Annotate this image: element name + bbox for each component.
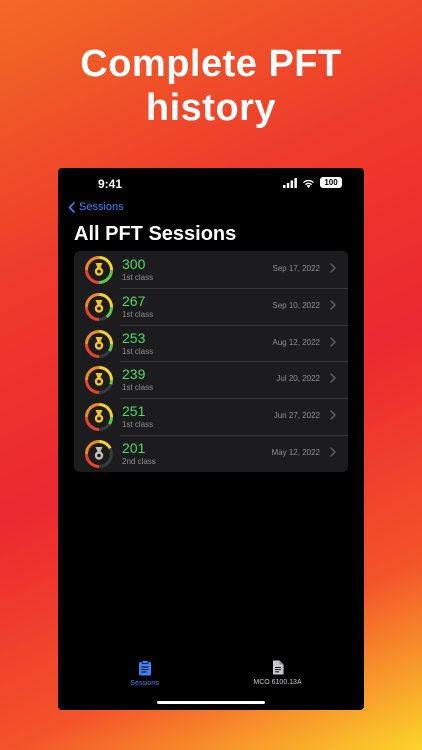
session-class: 1st class: [122, 309, 154, 319]
chevron-left-icon: [68, 201, 75, 213]
session-class: 1st class: [122, 273, 154, 282]
session-row[interactable]: 253 1st class Aug 12, 2022: [74, 324, 348, 362]
session-class: 1st class: [122, 420, 154, 430]
session-date: Jun 27, 2022: [273, 411, 320, 421]
score-ring-icon: [85, 366, 113, 395]
medal-icon: [94, 263, 104, 276]
status-icons: 100: [283, 177, 342, 188]
session-class: 1st class: [122, 383, 154, 393]
tab-mco-label: MCO 6100.13A: [253, 679, 302, 686]
back-button-label: Sessions: [79, 201, 124, 213]
session-score: 251: [122, 403, 146, 420]
session-list: 300 1st class Sep 17, 2022 267 1st class Sep …: [74, 251, 348, 472]
session-date: May 12, 2022: [271, 447, 320, 457]
session-date: Sep 10, 2022: [272, 300, 320, 310]
session-date: Jul 20, 2022: [276, 374, 320, 384]
back-button[interactable]: Sessions: [68, 201, 124, 213]
phone-screen: 9:41 100 Sessions All PFT Sessions 300 1s…: [58, 168, 364, 710]
headline-line-2: history: [145, 87, 277, 129]
session-row[interactable]: 201 2nd class May 12, 2022: [74, 434, 348, 472]
score-ring-icon: [85, 256, 113, 284]
medal-icon: [94, 446, 104, 460]
session-class: 1st class: [122, 346, 154, 356]
session-score: 267: [122, 292, 146, 309]
chevron-right-icon: [330, 373, 336, 384]
headline: Complete PFT history: [0, 42, 422, 130]
chevron-right-icon: [330, 410, 336, 420]
session-score: 300: [122, 256, 146, 272]
session-row[interactable]: 267 1st class Sep 10, 2022: [74, 287, 348, 325]
home-indicator: [157, 701, 265, 704]
status-time: 9:41: [98, 177, 123, 191]
score-ring-icon: [85, 439, 113, 468]
clipboard-icon: [138, 660, 151, 676]
session-score: 201: [122, 439, 146, 456]
session-date: Aug 12, 2022: [272, 337, 320, 347]
medal-icon: [94, 373, 104, 387]
status-bar: 9:41 100: [58, 168, 364, 196]
chevron-right-icon: [330, 447, 336, 457]
session-class: 2nd class: [122, 456, 156, 466]
medal-icon: [94, 336, 104, 350]
battery-icon: 100: [320, 177, 342, 188]
session-row[interactable]: 251 1st class Jun 27, 2022: [74, 398, 348, 435]
session-date: Sep 17, 2022: [272, 264, 320, 273]
score-ring-icon: [85, 329, 113, 358]
chevron-right-icon: [330, 300, 336, 310]
session-score: 253: [122, 329, 146, 346]
page-title: All PFT Sessions: [74, 223, 237, 245]
chevron-right-icon: [330, 336, 336, 347]
score-ring-icon: [85, 292, 113, 321]
chevron-right-icon: [330, 263, 336, 273]
wifi-icon: [303, 179, 314, 188]
session-row[interactable]: 239 1st class Jul 20, 2022: [74, 361, 348, 398]
medal-icon: [94, 410, 104, 423]
tab-sessions-label: Sessions: [130, 680, 159, 687]
signal-icon: [283, 177, 297, 188]
headline-line-1: Complete PFT: [80, 43, 342, 85]
score-ring-icon: [85, 403, 113, 432]
session-score: 239: [122, 366, 146, 383]
session-row[interactable]: 300 1st class Sep 17, 2022: [74, 251, 348, 288]
medal-icon: [94, 299, 104, 313]
document-icon: [272, 660, 283, 675]
